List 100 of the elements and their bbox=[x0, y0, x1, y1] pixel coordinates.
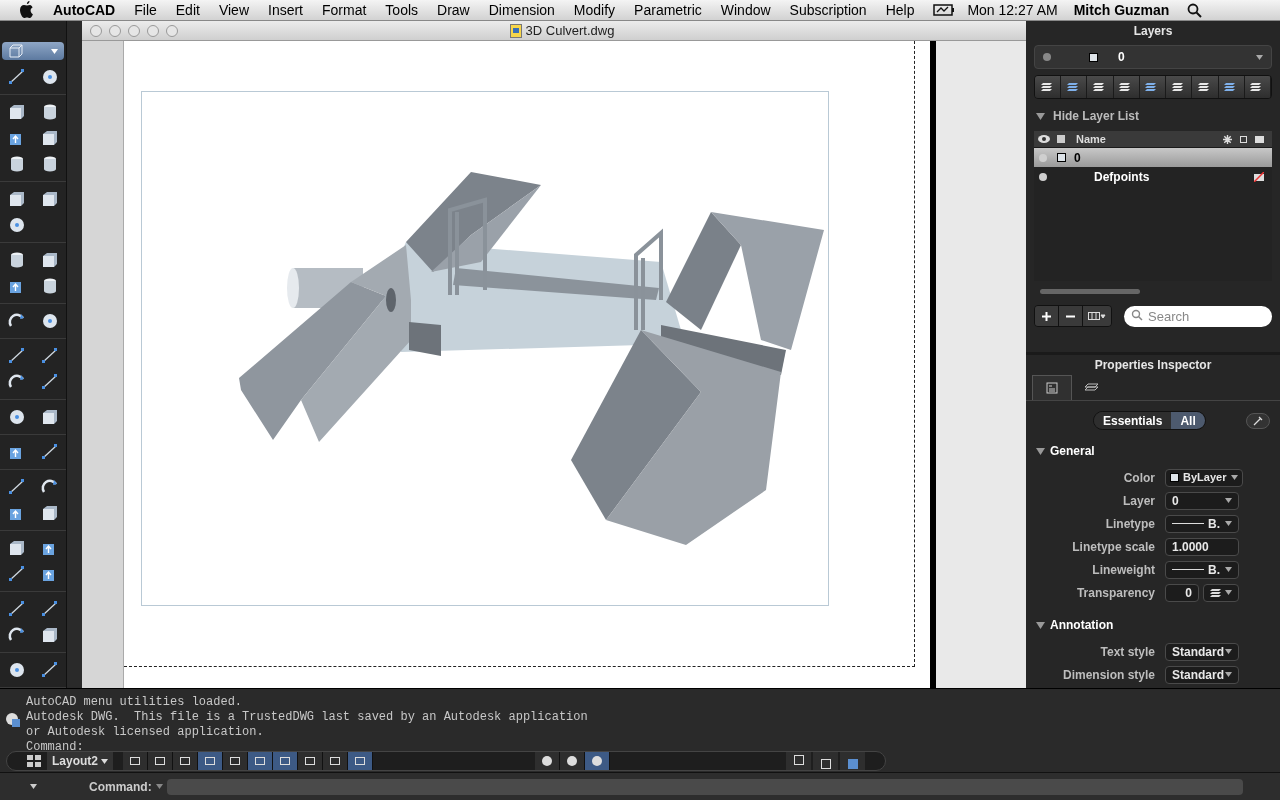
annotation-visibility-button[interactable] bbox=[813, 752, 838, 770]
layer-tool-button[interactable] bbox=[1061, 76, 1088, 98]
nav-glyph-icon bbox=[542, 756, 552, 766]
line-dropdown[interactable]: B. bbox=[1165, 560, 1239, 579]
visual-style-dropdown[interactable] bbox=[2, 42, 64, 60]
layer-tool-button[interactable] bbox=[1139, 76, 1167, 98]
mode-toggle[interactable]: All bbox=[1171, 412, 1205, 429]
toggle-glyph-icon bbox=[255, 757, 265, 765]
value-dropdown[interactable]: Standard bbox=[1165, 642, 1239, 661]
section-header[interactable]: General bbox=[1036, 442, 1280, 460]
drafting-toggle[interactable] bbox=[298, 752, 323, 770]
caret-icon bbox=[1225, 649, 1232, 654]
line-icon[interactable] bbox=[6, 346, 27, 366]
add-layer-button[interactable] bbox=[1035, 306, 1059, 326]
drafting-toggle[interactable] bbox=[348, 752, 373, 770]
property-label: Color bbox=[1122, 469, 1156, 487]
snowflake-icon bbox=[1223, 134, 1232, 144]
color-swatch-icon bbox=[1170, 473, 1179, 482]
battery-charging-icon[interactable] bbox=[933, 3, 956, 17]
color-dropdown[interactable]: ByLayer bbox=[1165, 468, 1243, 487]
menu-clock[interactable]: Mon 12:27 AM bbox=[967, 0, 1058, 21]
drafting-toggle[interactable] bbox=[323, 752, 348, 770]
section-header[interactable]: Annotation bbox=[1036, 616, 1280, 634]
column-header[interactable]: Name bbox=[1076, 130, 1106, 148]
polyline-icon[interactable] bbox=[39, 346, 60, 366]
workspace-glyph-icon bbox=[847, 759, 858, 769]
menu-item[interactable]: Edit bbox=[175, 0, 200, 21]
property-label: Dimension style bbox=[1061, 666, 1156, 684]
command-history-line: Command: bbox=[26, 740, 85, 755]
annotation-scale-button[interactable] bbox=[786, 752, 811, 770]
layer-tool-button[interactable] bbox=[1166, 76, 1193, 98]
layer-search-field[interactable]: Search bbox=[1124, 306, 1272, 327]
apple-logo-icon[interactable] bbox=[19, 1, 35, 19]
command-history-line: or Autodesk licensed application. bbox=[26, 725, 265, 740]
menu-item[interactable]: Subscription bbox=[789, 0, 867, 21]
layer-row[interactable]: 0 bbox=[1034, 148, 1272, 167]
property-sheet-icon bbox=[1046, 382, 1058, 394]
drafting-toggle[interactable] bbox=[173, 752, 198, 770]
drafting-toggle[interactable] bbox=[223, 752, 248, 770]
menu-item[interactable]: Window bbox=[720, 0, 771, 21]
layer-tool-button[interactable] bbox=[1218, 76, 1245, 98]
navigation-toggle[interactable] bbox=[585, 752, 610, 770]
layer-tool-button[interactable] bbox=[1244, 76, 1271, 98]
line-sample-icon bbox=[1172, 569, 1204, 570]
layer-tool-button[interactable] bbox=[1035, 76, 1062, 98]
layer-row[interactable]: Defpoints bbox=[1034, 167, 1272, 186]
navigation-toggle[interactable] bbox=[535, 752, 560, 770]
search-icon[interactable] bbox=[1187, 2, 1203, 18]
toggle-glyph-icon bbox=[230, 757, 240, 765]
current-layer-dropdown[interactable]: 0 bbox=[1034, 45, 1272, 69]
toggle-glyph-icon bbox=[155, 757, 165, 765]
menu-item[interactable]: Modify bbox=[573, 0, 616, 21]
layer-list-toggle[interactable]: Hide Layer List bbox=[1036, 107, 1280, 125]
line-dropdown[interactable]: B. bbox=[1165, 514, 1239, 533]
value-field[interactable]: 1.0000 bbox=[1165, 537, 1239, 556]
drafting-toggle[interactable] bbox=[148, 752, 173, 770]
command-input-field[interactable] bbox=[166, 778, 1243, 795]
drafting-toggle[interactable] bbox=[198, 752, 223, 770]
no-plot-icon[interactable] bbox=[1254, 171, 1264, 182]
layout-dropdown[interactable]: Layout2 bbox=[47, 752, 113, 770]
square-swatch-icon bbox=[1057, 153, 1066, 162]
value-dropdown[interactable]: 0 bbox=[1165, 491, 1239, 510]
layer-tool-button[interactable] bbox=[1192, 76, 1219, 98]
panel-title: Layers bbox=[1133, 23, 1173, 40]
menu-item[interactable]: View bbox=[218, 0, 249, 21]
menu-item[interactable]: Tools bbox=[385, 0, 419, 21]
app-menu[interactable]: AutoCAD bbox=[53, 0, 116, 21]
layer-name: 0 bbox=[1074, 149, 1081, 167]
globe-window-icon[interactable] bbox=[5, 711, 21, 728]
menu-item[interactable]: Insert bbox=[268, 0, 303, 21]
value-dropdown[interactable]: Standard bbox=[1165, 665, 1239, 684]
transparency-field[interactable]: 0 bbox=[1165, 583, 1199, 602]
workspace-button[interactable] bbox=[840, 752, 865, 770]
user-name[interactable]: Mitch Guzman bbox=[1073, 0, 1170, 21]
drafting-toggle[interactable] bbox=[248, 752, 273, 770]
columns-menu-button[interactable] bbox=[1083, 306, 1111, 326]
menu-item[interactable]: Help bbox=[885, 0, 915, 21]
grid-layout-icon[interactable] bbox=[27, 755, 41, 767]
caret-icon bbox=[1225, 590, 1232, 595]
eyedropper-icon bbox=[1253, 415, 1263, 426]
drafting-toggle[interactable] bbox=[123, 752, 148, 770]
navigation-toggle[interactable] bbox=[560, 752, 585, 770]
transparency-dropdown[interactable] bbox=[1203, 583, 1239, 602]
property-label: Layer bbox=[1121, 492, 1156, 510]
layer-stack-icon bbox=[1085, 381, 1099, 394]
menu-item[interactable]: Draw bbox=[437, 0, 470, 21]
drafting-toggle[interactable] bbox=[273, 752, 298, 770]
remove-layer-button[interactable] bbox=[1059, 306, 1083, 326]
property-label: Linetype scale bbox=[1071, 538, 1156, 556]
menu-item[interactable]: Parametric bbox=[634, 0, 702, 21]
menu-item[interactable]: Format bbox=[322, 0, 367, 21]
section-title: Annotation bbox=[1050, 617, 1114, 634]
mode-toggle[interactable]: Essentials bbox=[1094, 412, 1172, 429]
layer-tool-button[interactable] bbox=[1113, 76, 1140, 98]
layer-tool-button[interactable] bbox=[1087, 76, 1114, 98]
pick-button[interactable] bbox=[1246, 412, 1270, 429]
lock-column-icon bbox=[1240, 135, 1247, 143]
menu-item[interactable]: Dimension bbox=[488, 0, 555, 21]
properties-tab[interactable] bbox=[1032, 375, 1072, 400]
menu-item[interactable]: File bbox=[134, 0, 157, 21]
